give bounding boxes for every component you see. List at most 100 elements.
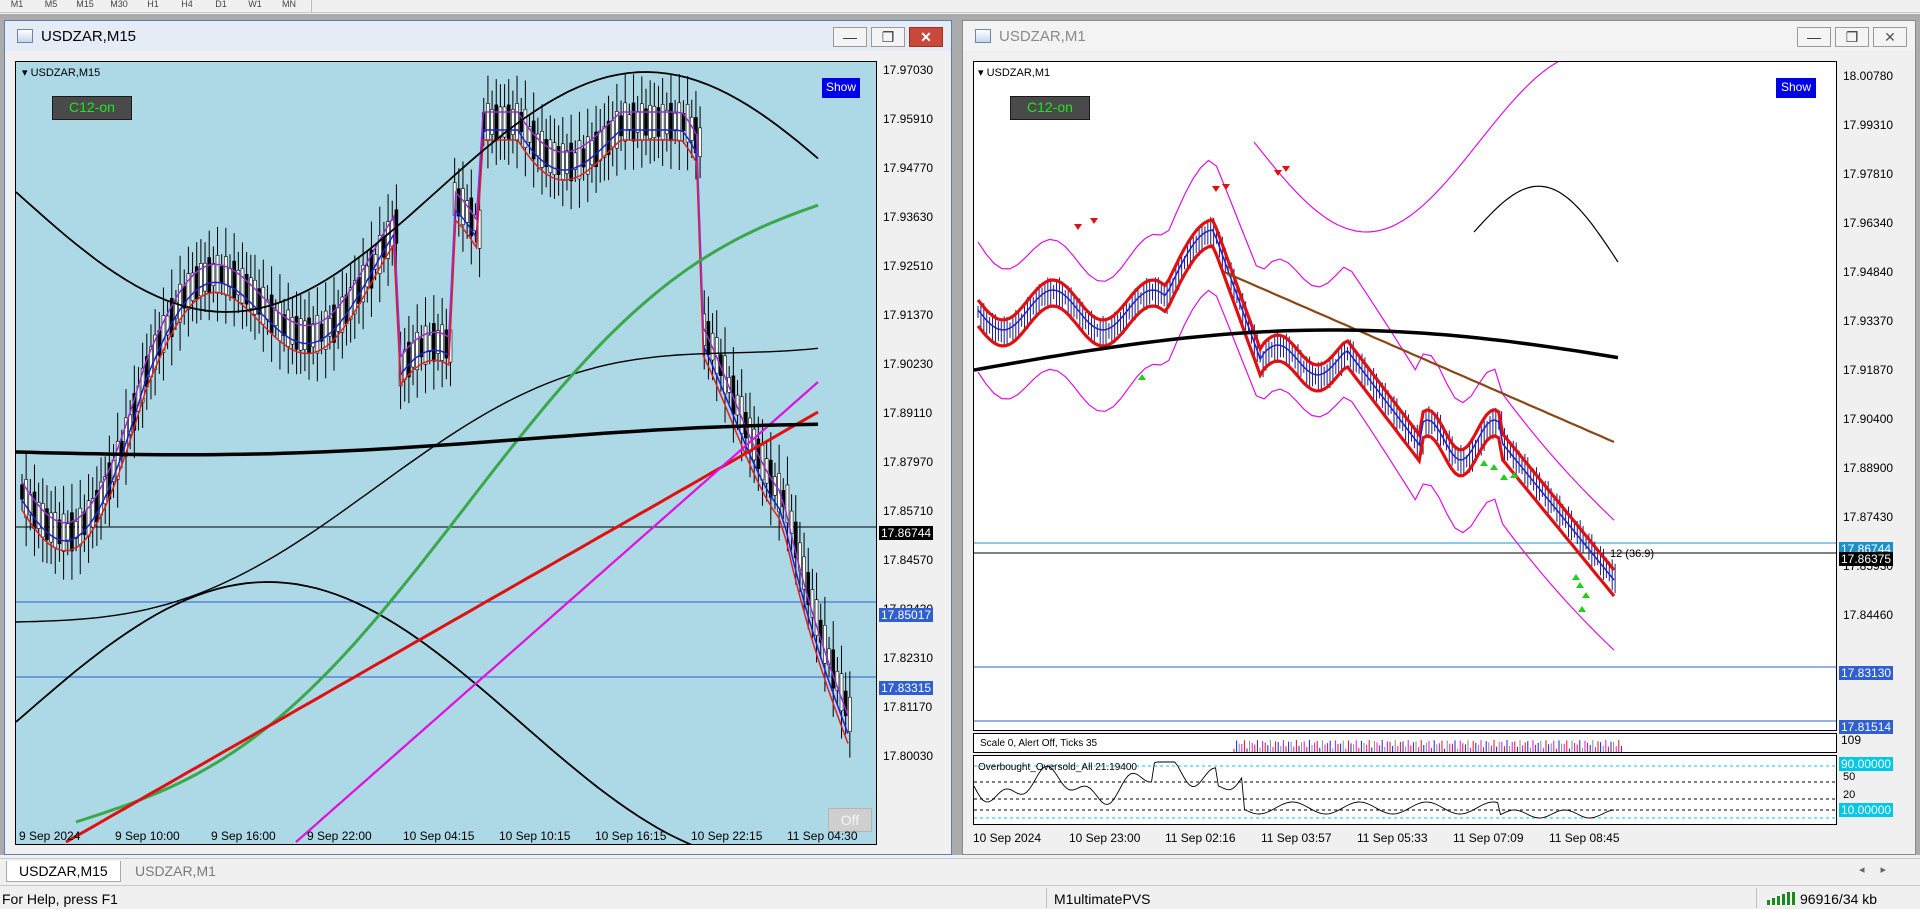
chart-window-usdzar-m1[interactable]: USDZAR,M1 — ❐ ✕ ▾ USDZAR,M1 C12-on Show … (962, 20, 1916, 855)
candle-body (631, 102, 636, 142)
candle-body (423, 325, 428, 365)
price-label: 17.93370 (1843, 314, 1894, 328)
candle-body (273, 310, 278, 326)
candle-body (602, 126, 607, 158)
candle-body (673, 112, 677, 132)
price-label: 17.90400 (1843, 412, 1894, 426)
timeframe-button-m30[interactable]: M30 (102, 0, 136, 9)
price-label: 17.93630 (883, 210, 934, 224)
candle-body (627, 114, 632, 130)
price-label: 17.84570 (883, 553, 934, 567)
candle-body (677, 102, 682, 142)
show-button[interactable]: Show (1776, 78, 1816, 98)
time-label: 11 Sep 08:45 (1549, 831, 1620, 845)
candle-body (32, 491, 37, 529)
tab-usdzar-m1[interactable]: USDZAR,M1 (122, 861, 229, 882)
status-bar: For Help, press F1 M1ultimatePVS 96916/3… (0, 885, 1920, 909)
candle-body (74, 521, 78, 539)
subwindow-axis: 109 0 90.00000 50 20 10.00000 (1837, 733, 1917, 825)
price-label: 17.84460 (1843, 608, 1894, 622)
timeframe-button-h4[interactable]: H4 (170, 0, 204, 9)
candle-body (224, 256, 228, 296)
upper-envelope-line (976, 218, 1616, 572)
price-chart-m15[interactable]: ▾ USDZAR,M15 C12-on Show Off (15, 61, 877, 845)
price-tag: 17.83315 (879, 681, 934, 695)
buy-arrow-icon (1576, 582, 1584, 588)
oscillator-subwindow[interactable]: Overbought_Oversold_All 21.19400 (973, 755, 1837, 825)
candle-body (506, 104, 511, 140)
timeframe-button-w1[interactable]: W1 (238, 0, 272, 9)
timeframe-button-d1[interactable]: D1 (204, 0, 238, 9)
candle-body (831, 649, 836, 689)
timeframe-button-h1[interactable]: H1 (136, 0, 170, 9)
candle-body (269, 294, 274, 334)
tab-scroll-arrows[interactable]: ◂▸ (1859, 863, 1902, 876)
time-label: 9 Sep 2024 (19, 829, 81, 843)
sell-arrow-icon (1090, 218, 1098, 224)
candle-body (427, 334, 432, 353)
time-label: 9 Sep 16:00 (211, 829, 276, 843)
candle-body (402, 349, 407, 380)
price-tag: 17.83130 (1839, 666, 1894, 680)
candle-body (560, 143, 565, 180)
price-label: 17.94840 (1843, 265, 1894, 279)
c12-indicator-button[interactable]: C12-on (1010, 96, 1090, 120)
price-tag: 17.81514 (1839, 720, 1894, 734)
tab-usdzar-m15[interactable]: USDZAR,M15 (6, 861, 121, 882)
window-titlebar[interactable]: USDZAR,M1 — ❐ ✕ (963, 21, 1915, 51)
c12-indicator-button[interactable]: C12-on (52, 96, 132, 120)
traffic-counter: 96916/34 kb (1800, 891, 1878, 907)
lower-band-line (16, 581, 693, 844)
candle-body (65, 523, 70, 543)
buy-arrow-icon (1572, 574, 1580, 580)
price-label: 17.97810 (1843, 167, 1894, 181)
timeframe-button-m15[interactable]: M15 (68, 0, 102, 9)
candle-body (323, 310, 328, 350)
time-label: 9 Sep 10:00 (115, 829, 180, 843)
price-label: 17.89110 (883, 406, 933, 420)
window-title: USDZAR,M15 (41, 27, 137, 45)
window-titlebar[interactable]: USDZAR,M15 — ❐ ✕ (5, 21, 951, 51)
candle-body (590, 140, 594, 165)
restore-button[interactable]: ❐ (1835, 27, 1869, 47)
candle-body (552, 142, 557, 176)
timeframe-button-m1[interactable]: M1 (0, 0, 34, 9)
oscillator-tag-90: 90.00000 (1839, 757, 1894, 771)
price-axis-m1: 18.00780 17.99310 17.97810 17.96340 17.94840… (1837, 61, 1917, 734)
minimize-button[interactable]: — (833, 27, 867, 47)
slow-ma-line (21, 111, 849, 716)
candle-body (652, 105, 657, 139)
window-title: USDZAR,M1 (999, 27, 1086, 45)
timeframe-button-mn[interactable]: MN (272, 0, 306, 9)
candle-body (623, 102, 628, 142)
chart-window-usdzar-m15[interactable]: USDZAR,M15 — ❐ ✕ ▾ USDZAR,M15 C12-on Sho… (4, 20, 952, 855)
candle-body (215, 254, 220, 294)
price-label: 17.88900 (1843, 461, 1894, 475)
price-label: 17.80030 (883, 749, 934, 763)
close-button[interactable]: ✕ (1873, 27, 1907, 47)
candle-body (698, 127, 702, 157)
candle-body (640, 103, 644, 141)
price-chart-m1[interactable]: ▾ USDZAR,M1 C12-on Show 12 (36.9) (973, 61, 1837, 731)
show-button[interactable]: Show (822, 78, 860, 98)
candle-body (53, 512, 58, 548)
connection-status-icon (1767, 892, 1795, 905)
buy-arrow-icon (1582, 592, 1590, 598)
close-button[interactable]: ✕ (909, 27, 943, 47)
time-label: 10 Sep 22:15 (691, 829, 763, 843)
brown-ma-line (1223, 270, 1615, 444)
time-label: 10 Sep 04:15 (403, 829, 475, 843)
tick-volume-subwindow[interactable]: Scale 0, Alert Off, Ticks 35 (973, 733, 1837, 753)
candle-body (61, 513, 66, 552)
price-label: 17.91870 (1843, 363, 1894, 377)
time-label: 11 Sep 03:57 (1261, 831, 1332, 845)
timeframe-button-m5[interactable]: M5 (34, 0, 68, 9)
sell-arrow-icon (1282, 166, 1290, 172)
candle-body (669, 102, 673, 142)
price-label: 17.85710 (883, 504, 934, 518)
price-tag: 17.86375 (1839, 552, 1894, 566)
restore-button[interactable]: ❐ (871, 27, 905, 47)
chart-symbol-text: USDZAR,M15 (30, 67, 101, 79)
minimize-button[interactable]: — (1797, 27, 1831, 47)
chart-window-icon (975, 29, 991, 43)
